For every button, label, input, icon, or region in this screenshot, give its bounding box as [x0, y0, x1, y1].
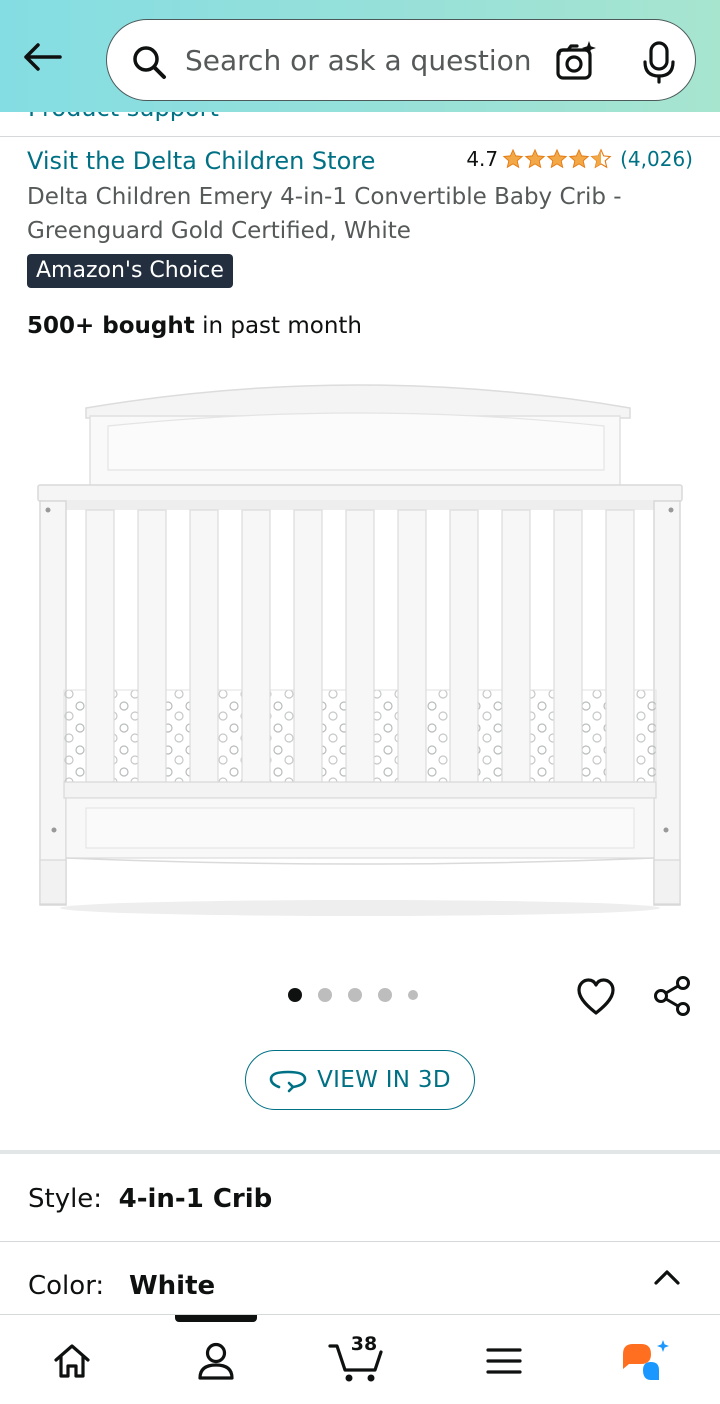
search-input[interactable] [185, 38, 530, 82]
rating-value: 4.7 [466, 147, 499, 171]
chevron-up-icon[interactable] [652, 1266, 682, 1288]
star-full-icon [502, 148, 524, 169]
style-value: 4-in-1 Crib [118, 1184, 273, 1214]
section-divider [0, 1150, 720, 1154]
carousel-dot[interactable] [318, 988, 332, 1002]
color-value: White [128, 1271, 216, 1301]
top-search-header [0, 0, 720, 112]
active-tab-indicator [175, 1315, 257, 1322]
star-half-icon [590, 148, 612, 169]
cart-count-badge: 38 [350, 1333, 378, 1355]
amazons-choice-badge[interactable]: Amazon's Choice [27, 254, 233, 288]
account-icon [198, 1342, 234, 1380]
star-full-icon [568, 148, 590, 169]
back-arrow-icon [24, 43, 62, 71]
divider [0, 136, 720, 137]
back-button[interactable] [18, 34, 66, 80]
camera-lens-icon[interactable] [553, 40, 597, 84]
carousel-dot[interactable] [408, 990, 418, 1000]
baby-crib-image[interactable] [30, 370, 690, 930]
view-in-3d-button[interactable]: VIEW IN 3D [245, 1050, 475, 1110]
home-icon [54, 1344, 90, 1378]
rating-summary[interactable]: 4.7 (4,026) [466, 147, 693, 171]
carousel-dot[interactable] [288, 988, 302, 1002]
carousel-dot[interactable] [348, 988, 362, 1002]
style-selector[interactable]: Style: 4-in-1 Crib [0, 1156, 720, 1242]
nav-cart[interactable]: 38 [326, 1333, 386, 1389]
heart-icon[interactable] [572, 972, 620, 1020]
purchase-count: 500+ bought in past month [27, 313, 362, 339]
store-link[interactable]: Visit the Delta Children Store [27, 147, 375, 175]
style-label: Style: [28, 1184, 103, 1214]
nav-rufus[interactable] [616, 1333, 676, 1389]
carousel-dot[interactable] [378, 988, 392, 1002]
color-selector[interactable]: Color: White [0, 1243, 720, 1315]
view-in-3d-label: VIEW IN 3D [317, 1067, 451, 1093]
review-count-link[interactable]: (4,026) [620, 147, 693, 171]
nav-menu[interactable] [474, 1333, 534, 1389]
star-full-icon [524, 148, 546, 169]
star-rating [502, 148, 612, 170]
color-row-text: Color: White [28, 1271, 215, 1301]
style-row-text: Style: 4-in-1 Crib [28, 1184, 272, 1214]
product-detail-page: Product support Visit the Delta Children… [0, 0, 720, 1404]
rotate-3d-icon [269, 1070, 307, 1093]
bottom-navigation-bar: 38 [0, 1314, 720, 1404]
bought-period: in past month [194, 313, 363, 339]
image-carousel-dots [288, 988, 434, 1002]
menu-icon [486, 1348, 522, 1374]
bought-count: 500+ bought [27, 313, 195, 339]
color-label: Color: [28, 1271, 105, 1301]
search-bar[interactable] [106, 19, 696, 101]
nav-account[interactable] [186, 1333, 246, 1389]
nav-home[interactable] [42, 1333, 102, 1389]
microphone-icon[interactable] [639, 40, 679, 84]
share-icon[interactable] [648, 972, 696, 1020]
product-title: Delta Children Emery 4-in-1 Convertible … [27, 184, 622, 244]
star-full-icon [546, 148, 568, 169]
rufus-icon [623, 1340, 669, 1380]
search-icon [133, 46, 166, 79]
